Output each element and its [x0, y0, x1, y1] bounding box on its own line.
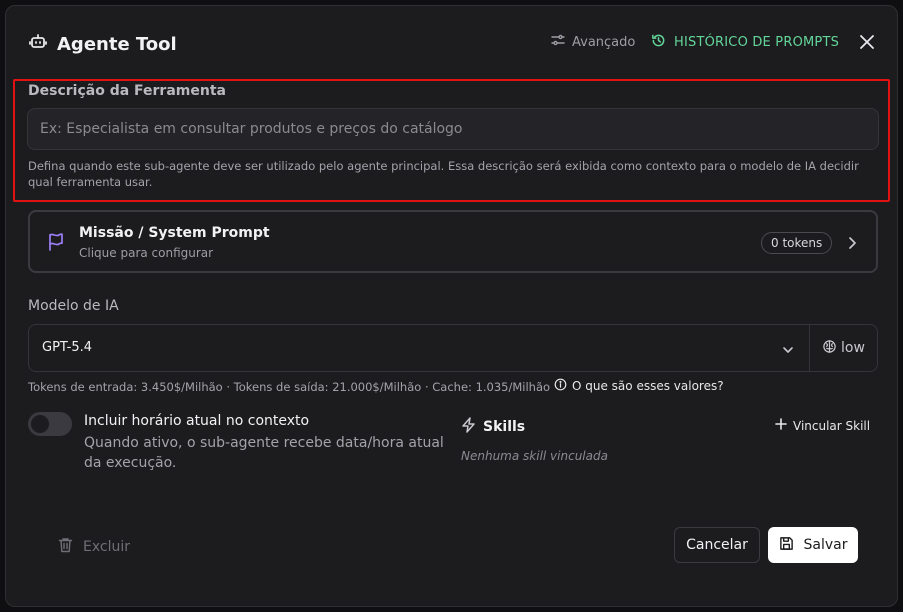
save-button[interactable]: Salvar [768, 527, 858, 563]
agent-tool-modal: Agente Tool Avançado HISTÓRICO DE PROMPT… [5, 5, 898, 607]
bot-icon [28, 32, 48, 56]
cancel-button[interactable]: Cancelar [674, 527, 760, 563]
mission-subtitle: Clique para configurar [79, 246, 214, 260]
save-label: Salvar [803, 537, 848, 553]
mission-title: Missão / System Prompt [79, 225, 270, 241]
flag-icon [47, 232, 65, 256]
current-time-toggle[interactable] [28, 412, 72, 436]
no-skill-text: Nenhuma skill vinculada [461, 449, 608, 463]
model-pricing-text: Tokens de entrada: 3.450$/Milhão · Token… [28, 380, 551, 394]
toggle-knob [31, 415, 49, 433]
pricing-info-label: O que são esses valores? [572, 379, 724, 393]
description-label: Descrição da Ferramenta [28, 83, 226, 99]
close-button[interactable] [857, 32, 877, 52]
reasoning-effort-value: low [841, 340, 865, 356]
skills-header: Skills [461, 417, 525, 437]
link-skill-label: Vincular Skill [793, 418, 871, 433]
current-time-toggle-description: Quando ativo, o sub-agente recebe data/h… [84, 435, 444, 471]
chevron-down-icon [781, 342, 795, 361]
delete-button[interactable]: Excluir [58, 537, 130, 557]
chevron-right-icon [847, 235, 857, 254]
lightning-icon [461, 417, 476, 437]
info-icon [554, 378, 567, 394]
advanced-button[interactable]: Avançado [551, 33, 635, 51]
save-icon [779, 536, 794, 555]
sliders-icon [551, 33, 565, 51]
prompt-history-button[interactable]: HISTÓRICO DE PROMPTS [651, 33, 839, 52]
advanced-label: Avançado [572, 34, 636, 50]
token-count-badge: 0 tokens [761, 232, 833, 254]
skills-title: Skills [483, 419, 526, 435]
history-icon [651, 33, 666, 52]
link-skill-button[interactable]: Vincular Skill [775, 418, 870, 433]
current-time-toggle-title: Incluir horário atual no contexto [84, 413, 310, 429]
brain-icon [822, 339, 837, 358]
pricing-info-link[interactable]: O que são esses valores? [554, 378, 724, 394]
plus-icon [775, 418, 787, 433]
mission-system-prompt-card[interactable]: Missão / System Prompt Clique para confi… [28, 210, 878, 273]
delete-label: Excluir [83, 539, 130, 555]
trash-icon [58, 537, 73, 557]
model-label: Modelo de IA [28, 298, 119, 314]
modal-title: Agente Tool [57, 33, 177, 55]
model-select[interactable]: GPT-5.4 [28, 324, 810, 372]
close-icon [860, 35, 874, 49]
description-help-text: Defina quando este sub-agente deve ser u… [28, 159, 859, 189]
model-selected-value: GPT-5.4 [42, 340, 93, 355]
prompt-history-label: HISTÓRICO DE PROMPTS [674, 35, 840, 50]
reasoning-effort-select[interactable]: low [809, 324, 878, 372]
description-input[interactable] [27, 108, 879, 150]
modal-header: Agente Tool [28, 32, 177, 56]
